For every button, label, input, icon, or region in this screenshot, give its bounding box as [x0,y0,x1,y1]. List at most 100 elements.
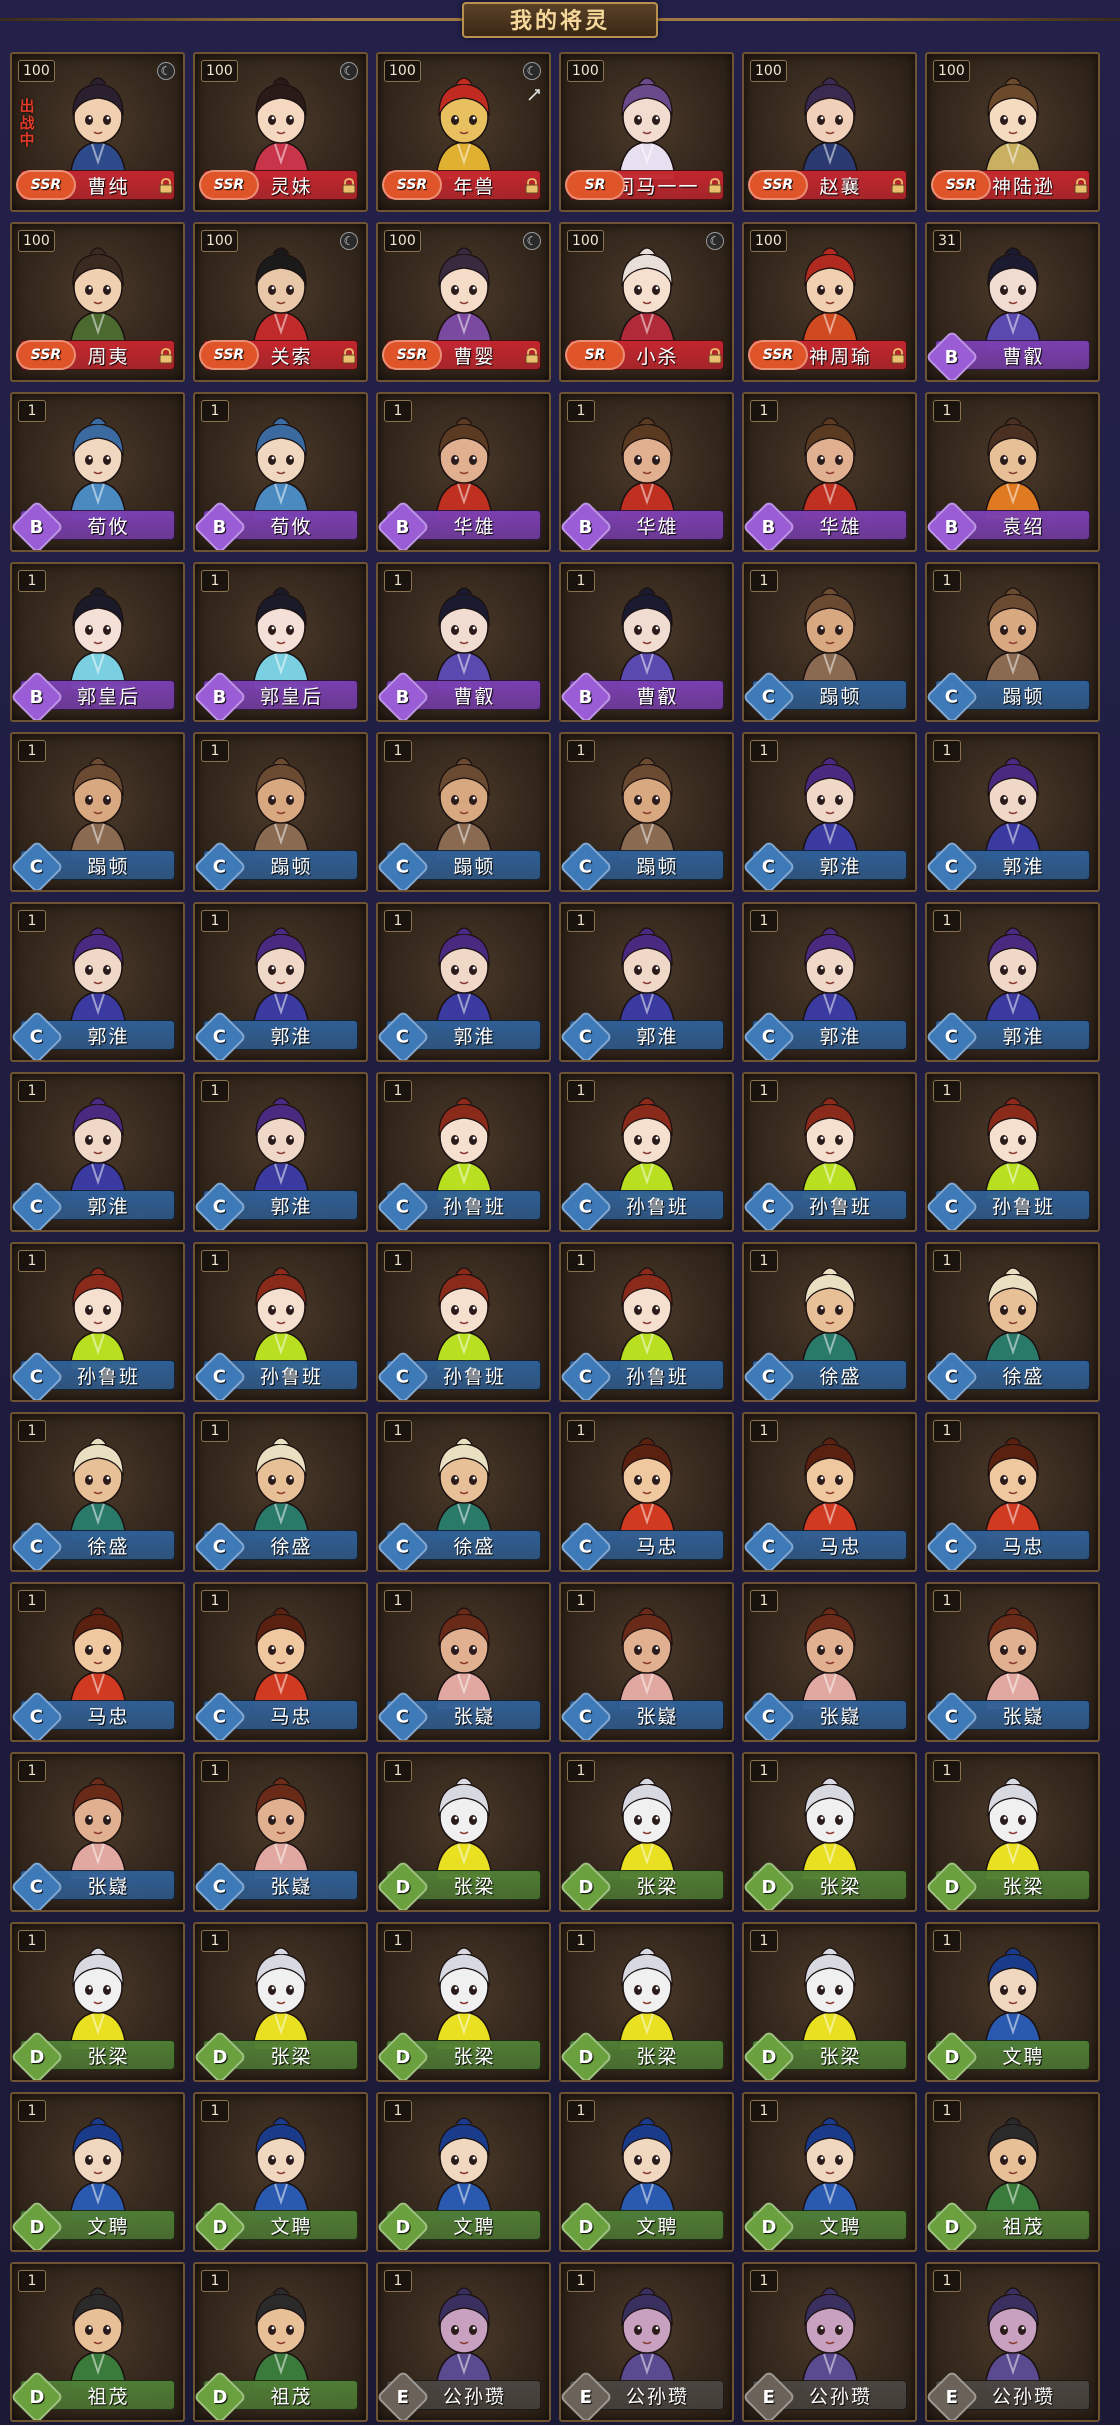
hero-card[interactable]: 1 荀攸 B [193,392,368,552]
hero-card[interactable]: 100 ☾ 关索 SSR [193,222,368,382]
hero-card[interactable]: 1 荀攸 B [10,392,185,552]
hero-card[interactable]: 100 ☾ 出战中 曹纯 SSR [10,52,185,212]
hero-card[interactable]: 1 华雄 B [742,392,917,552]
lock-icon[interactable] [525,348,539,364]
lock-icon[interactable] [891,178,905,194]
hero-card[interactable]: 1 郭淮 C [925,902,1100,1062]
hero-card[interactable]: 1 郭淮 C [193,902,368,1062]
hero-level: 1 [201,1080,229,1102]
hero-card[interactable]: 1 张梁 D [925,1752,1100,1912]
hero-card[interactable]: 1 蹋顿 C [742,562,917,722]
hero-card[interactable]: 1 蹋顿 C [559,732,734,892]
hero-card[interactable]: 1 徐盛 C [925,1242,1100,1402]
hero-card[interactable]: 1 文聘 D [193,2092,368,2252]
lock-icon[interactable] [708,178,722,194]
hero-card[interactable]: 1 祖茂 D [10,2262,185,2422]
hero-card[interactable]: 31 曹叡 B [925,222,1100,382]
hero-card[interactable]: 100 ☾ 曹婴 SSR [376,222,551,382]
grade-label: E [762,2386,776,2408]
hero-card[interactable]: 1 文聘 D [10,2092,185,2252]
hero-card[interactable]: 1 马忠 C [193,1582,368,1742]
hero-card[interactable]: 1 公孙瓒 E [742,2262,917,2422]
hero-card[interactable]: 1 徐盛 C [10,1412,185,1572]
hero-card[interactable]: 1 张嶷 C [10,1752,185,1912]
hero-card[interactable]: 100 神陆逊 SSR [925,52,1100,212]
hero-card[interactable]: 1 蹋顿 C [376,732,551,892]
hero-card[interactable]: 1 公孙瓒 E [559,2262,734,2422]
hero-card[interactable]: 1 孙鲁班 C [376,1242,551,1402]
hero-card[interactable]: 1 蹋顿 C [193,732,368,892]
hero-card[interactable]: 100 ☾ 年兽 SSR [376,52,551,212]
hero-card[interactable]: 1 蹋顿 C [10,732,185,892]
hero-card[interactable]: 1 马忠 C [10,1582,185,1742]
hero-card[interactable]: 1 张嶷 C [559,1582,734,1742]
hero-card[interactable]: 1 张梁 D [559,1922,734,2082]
hero-name: 郭淮 [270,1025,313,1048]
hero-card[interactable]: 1 张梁 D [10,1922,185,2082]
hero-card[interactable]: 1 文聘 D [559,2092,734,2252]
hero-card[interactable]: 1 徐盛 C [376,1412,551,1572]
lock-icon[interactable] [525,178,539,194]
hero-card[interactable]: 1 张梁 D [559,1752,734,1912]
hero-card[interactable]: 1 郭淮 C [742,732,917,892]
hero-card[interactable]: 1 张嶷 C [376,1582,551,1742]
hero-card[interactable]: 1 公孙瓒 E [376,2262,551,2422]
hero-card[interactable]: 1 孙鲁班 C [559,1072,734,1232]
hero-card[interactable]: 1 张嶷 C [193,1752,368,1912]
hero-card[interactable]: 1 郭淮 C [10,902,185,1062]
lock-icon[interactable] [342,348,356,364]
hero-card[interactable]: 1 郭淮 C [193,1072,368,1232]
hero-card[interactable]: 1 华雄 B [559,392,734,552]
hero-card[interactable]: 100 ☾ 灵妹 SSR [193,52,368,212]
hero-card[interactable]: 100 司马一一 SR [559,52,734,212]
hero-card[interactable]: 1 马忠 C [559,1412,734,1572]
hero-card[interactable]: 1 郭皇后 B [10,562,185,722]
hero-card[interactable]: 1 文聘 D [742,2092,917,2252]
hero-card[interactable]: 1 郭淮 C [559,902,734,1062]
hero-card[interactable]: 1 徐盛 C [742,1242,917,1402]
hero-card[interactable]: 1 张嶷 C [925,1582,1100,1742]
hero-card[interactable]: 1 郭淮 C [742,902,917,1062]
hero-card[interactable]: 1 张梁 D [742,1922,917,2082]
hero-card[interactable]: 1 华雄 B [376,392,551,552]
hero-card[interactable]: 1 曹叡 B [559,562,734,722]
hero-card[interactable]: 1 孙鲁班 C [742,1072,917,1232]
hero-card[interactable]: 1 孙鲁班 C [376,1072,551,1232]
hero-card[interactable]: 1 张梁 D [193,1922,368,2082]
lock-icon[interactable] [891,348,905,364]
hero-card[interactable]: 100 周夷 SSR [10,222,185,382]
hero-card[interactable]: 1 张梁 D [742,1752,917,1912]
lock-icon[interactable] [708,348,722,364]
hero-card[interactable]: 1 郭皇后 B [193,562,368,722]
hero-card[interactable]: 100 赵襄 SSR [742,52,917,212]
lock-icon[interactable] [159,178,173,194]
hero-card[interactable]: 1 郭淮 C [10,1072,185,1232]
hero-card[interactable]: 1 郭淮 C [925,732,1100,892]
hero-card[interactable]: 1 孙鲁班 C [10,1242,185,1402]
hero-portrait [251,1947,310,2050]
hero-card[interactable]: 100 神周瑜 SSR [742,222,917,382]
hero-card[interactable]: 1 孙鲁班 C [559,1242,734,1402]
hero-card[interactable]: 1 徐盛 C [193,1412,368,1572]
hero-card[interactable]: 1 祖茂 D [925,2092,1100,2252]
hero-card[interactable]: 1 公孙瓒 E [925,2262,1100,2422]
hero-card[interactable]: 1 郭淮 C [376,902,551,1062]
hero-card[interactable]: 1 张梁 D [376,1922,551,2082]
hero-card[interactable]: 1 孙鲁班 C [193,1242,368,1402]
hero-card[interactable]: 100 ☾ 小杀 SR [559,222,734,382]
hero-card[interactable]: 1 蹋顿 C [925,562,1100,722]
hero-card[interactable]: 1 马忠 C [742,1412,917,1572]
hero-card[interactable]: 1 孙鲁班 C [925,1072,1100,1232]
hero-card[interactable]: 1 张梁 D [376,1752,551,1912]
hero-card[interactable]: 1 张嶷 C [742,1582,917,1742]
hero-card[interactable]: 1 马忠 C [925,1412,1100,1572]
hero-card[interactable]: 1 文聘 D [925,1922,1100,2082]
lock-icon[interactable] [342,178,356,194]
hero-card[interactable]: 1 曹叡 B [376,562,551,722]
lock-icon[interactable] [1074,178,1088,194]
lock-icon[interactable] [159,348,173,364]
hero-card[interactable]: 1 祖茂 D [193,2262,368,2422]
hero-portrait [983,77,1042,180]
hero-card[interactable]: 1 袁绍 B [925,392,1100,552]
hero-card[interactable]: 1 文聘 D [376,2092,551,2252]
